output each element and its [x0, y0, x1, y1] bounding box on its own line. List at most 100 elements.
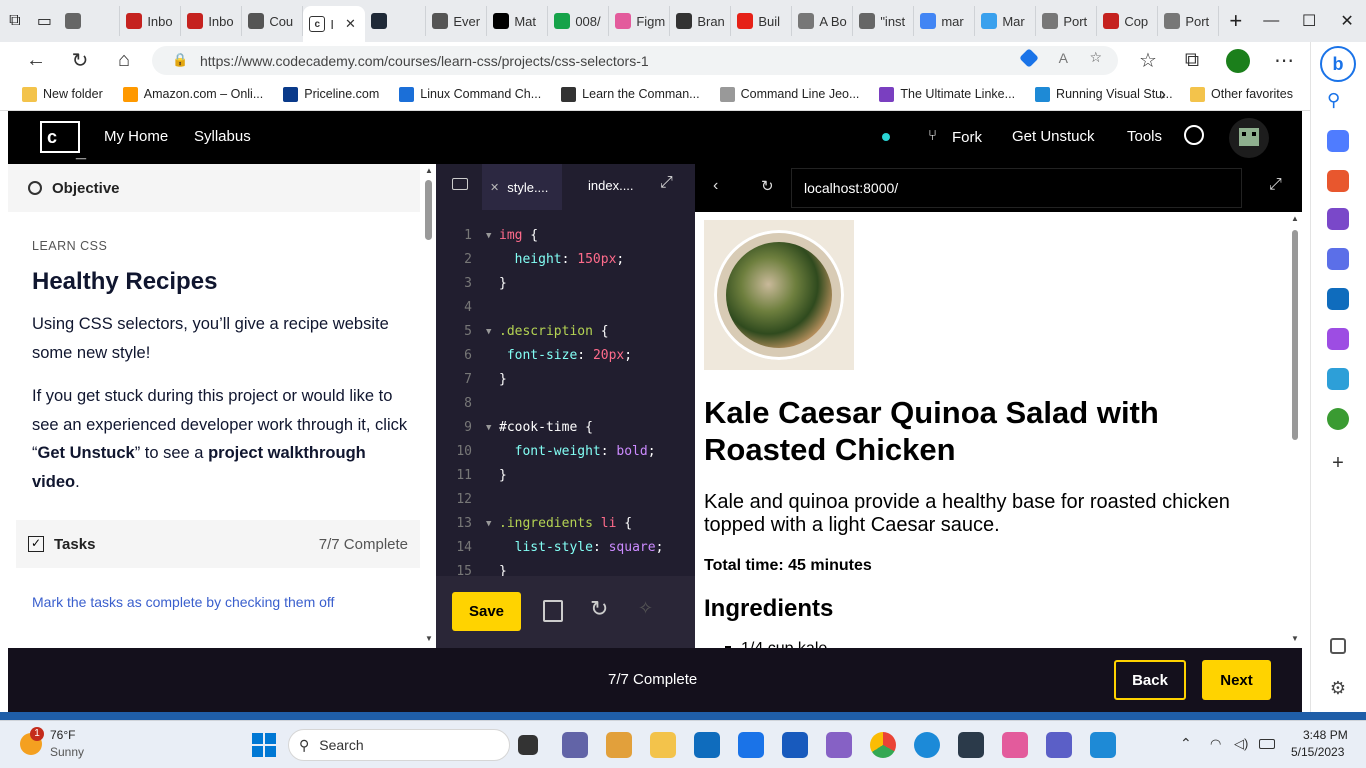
- file-explorer-icon[interactable]: [650, 732, 676, 758]
- browser-tab[interactable]: Port: [1158, 6, 1220, 36]
- add-sidebar-item-icon[interactable]: +: [1327, 452, 1349, 474]
- nav-syllabus[interactable]: Syllabus: [194, 128, 251, 145]
- bing-icon[interactable]: b: [1320, 46, 1356, 82]
- maximize-button[interactable]: ☐: [1290, 0, 1328, 42]
- favorite-link[interactable]: Linux Command Ch...: [389, 86, 551, 102]
- file-tree-icon[interactable]: [452, 178, 468, 190]
- settings-icon[interactable]: ⚙: [1327, 678, 1349, 700]
- close-tab-icon[interactable]: ✕: [345, 16, 356, 32]
- objective-header[interactable]: Objective: [8, 164, 420, 212]
- profile-avatar[interactable]: [1226, 49, 1250, 73]
- weather-temp[interactable]: 76°F: [50, 728, 75, 742]
- code-line[interactable]: 15}: [436, 560, 695, 576]
- new-tab-button[interactable]: +: [1219, 0, 1252, 42]
- preview-refresh-icon[interactable]: ↻: [761, 177, 774, 195]
- word-icon[interactable]: [782, 732, 808, 758]
- code-line[interactable]: 4: [436, 296, 695, 320]
- tray-chevron-icon[interactable]: ⌃: [1180, 735, 1192, 752]
- task-view-icon[interactable]: [518, 735, 538, 755]
- tree-icon[interactable]: [1327, 408, 1349, 430]
- minimize-button[interactable]: —: [1252, 0, 1290, 42]
- preview-fullscreen-icon[interactable]: ⤢: [1269, 176, 1282, 194]
- collections-icon[interactable]: ⧉: [1170, 42, 1214, 78]
- visual-studio-icon[interactable]: [826, 732, 852, 758]
- fold-caret-icon[interactable]: ▼: [486, 320, 491, 344]
- tab-style-css[interactable]: ✕ style....: [482, 164, 562, 210]
- figma-app-icon[interactable]: [1002, 732, 1028, 758]
- outlook-icon[interactable]: [1327, 288, 1349, 310]
- codecademy-logo[interactable]: c _: [40, 121, 86, 161]
- shopping-tag-icon[interactable]: [1019, 48, 1039, 68]
- preview-back-icon[interactable]: ‹: [713, 177, 718, 195]
- code-area[interactable]: 1 ▼ img {2 height: 150px; 3} 4 5 ▼ .description…: [436, 224, 695, 576]
- browser-tab[interactable]: [365, 6, 427, 36]
- close-tab-icon[interactable]: ✕: [490, 181, 499, 194]
- wifi-icon[interactable]: ◠: [1210, 736, 1221, 752]
- editor-scrollbar[interactable]: [436, 210, 438, 576]
- favorite-link[interactable]: The Ultimate Linke...: [869, 86, 1025, 102]
- browser-tab[interactable]: Cou: [242, 6, 304, 36]
- alarm-clock-icon[interactable]: [1184, 125, 1204, 145]
- store-icon[interactable]: [694, 732, 720, 758]
- nav-my-home[interactable]: My Home: [104, 128, 168, 145]
- tasks-hint-link[interactable]: Mark the tasks as complete by checking t…: [32, 594, 334, 610]
- fold-caret-icon[interactable]: ▼: [486, 224, 491, 248]
- favorites-icon[interactable]: ☆: [1126, 42, 1170, 78]
- fold-caret-icon[interactable]: ▼: [486, 416, 491, 440]
- browser-tab[interactable]: "inst: [853, 6, 915, 36]
- volume-icon[interactable]: ◁): [1234, 736, 1248, 752]
- code-line[interactable]: 1 ▼ img {: [436, 224, 695, 248]
- battery-icon[interactable]: [1259, 739, 1275, 749]
- browser-tab[interactable]: Port: [1036, 6, 1098, 36]
- tab-actions-icon[interactable]: ▭: [30, 0, 60, 42]
- code-line[interactable]: 9 ▼ #cook-time {: [436, 416, 695, 440]
- snipping-tool-icon[interactable]: [606, 732, 632, 758]
- sidebar-layout-icon[interactable]: [1330, 638, 1346, 654]
- refresh-icon[interactable]: ↻: [58, 42, 102, 78]
- code-line[interactable]: 11}: [436, 464, 695, 488]
- add-favorite-icon[interactable]: ☆: [1089, 49, 1102, 66]
- vscode-icon[interactable]: [1090, 732, 1116, 758]
- next-button[interactable]: Next: [1202, 660, 1271, 700]
- preview-scrollbar[interactable]: ▲ ▼: [1288, 212, 1302, 648]
- search-icon[interactable]: ⚲: [1327, 90, 1349, 112]
- chrome-icon[interactable]: [870, 732, 896, 758]
- browser-tab[interactable]: Buil: [731, 6, 793, 36]
- mail-icon[interactable]: [738, 732, 764, 758]
- browser-tab[interactable]: [59, 6, 121, 36]
- browser-tab[interactable]: Bran: [670, 6, 732, 36]
- edge-icon[interactable]: [914, 732, 940, 758]
- clock-date[interactable]: 5/15/2023: [1291, 745, 1344, 759]
- tab-index-html[interactable]: index....: [588, 178, 634, 193]
- scrollbar[interactable]: ▲ ▼: [422, 164, 435, 648]
- preview-url-field[interactable]: localhost:8000/: [791, 168, 1242, 208]
- save-button[interactable]: Save: [452, 592, 521, 631]
- fold-caret-icon[interactable]: ▼: [486, 512, 491, 536]
- photo-app-icon[interactable]: [958, 732, 984, 758]
- code-line[interactable]: 5 ▼ .description {: [436, 320, 695, 344]
- taskbar-search[interactable]: ⚲ Search: [288, 729, 510, 761]
- browser-tab[interactable]: Inbo: [120, 6, 182, 36]
- favorite-link[interactable]: Amazon.com – Onli...: [113, 86, 274, 102]
- fork-button[interactable]: Fork: [952, 129, 982, 146]
- browser-tab[interactable]: mar: [914, 6, 976, 36]
- back-button[interactable]: Back: [1114, 660, 1186, 700]
- home-icon[interactable]: ⌂: [102, 42, 146, 78]
- code-line[interactable]: 6 font-size: 20px;: [436, 344, 695, 368]
- browser-tab[interactable]: Ever: [426, 6, 488, 36]
- clock-time[interactable]: 3:48 PM: [1303, 728, 1348, 742]
- other-favorites-folder[interactable]: Other favorites: [1180, 86, 1303, 102]
- code-line[interactable]: 3}: [436, 272, 695, 296]
- tools-icon[interactable]: [1327, 170, 1349, 192]
- designer-icon[interactable]: [1327, 328, 1349, 350]
- start-button[interactable]: [252, 733, 276, 757]
- scrollbar-thumb[interactable]: [425, 180, 432, 240]
- browser-tab[interactable]: A Bo: [792, 6, 854, 36]
- favorite-link[interactable]: Priceline.com: [273, 86, 389, 102]
- url-field[interactable]: 🔒 https://www.codecademy.com/courses/lea…: [152, 46, 1118, 75]
- browser-tab[interactable]: Cop: [1097, 6, 1159, 36]
- microsoft365-icon[interactable]: [1327, 248, 1349, 270]
- back-icon[interactable]: ←: [14, 42, 58, 78]
- browser-tab[interactable]: Mat: [487, 6, 549, 36]
- close-window-button[interactable]: ✕: [1328, 0, 1366, 42]
